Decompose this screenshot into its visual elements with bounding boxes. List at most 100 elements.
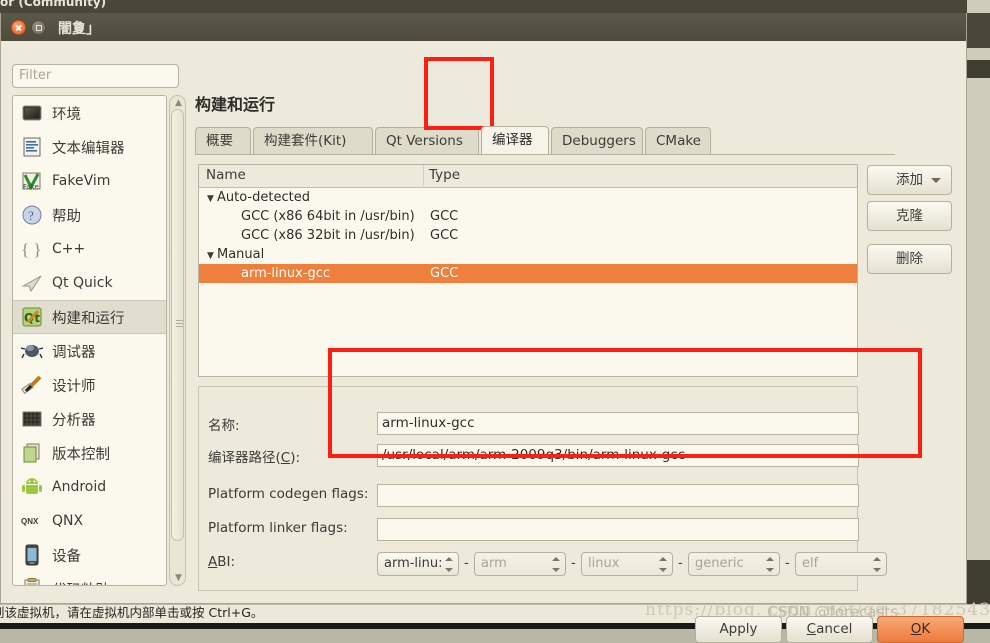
maximize-icon[interactable] — [31, 20, 46, 35]
tab-3[interactable]: 编译器 — [481, 126, 549, 154]
table-row[interactable]: ▼ Auto-detected — [199, 188, 857, 207]
fakevim-icon: Fake — [21, 170, 43, 192]
settings-category-list[interactable]: 环境文本编辑器 Fake FakeVim ? 帮助 { } C++ Qt Quick Qt 构建和… — [12, 95, 167, 586]
sidebar-item-5[interactable]: Qt Quick — [13, 266, 166, 300]
backdrop-block-2 — [967, 60, 990, 78]
table-action-button-0[interactable]: 添加 — [867, 165, 952, 195]
spin-arrows-icon[interactable] — [445, 557, 453, 572]
scroll-up-icon[interactable]: ▲ — [173, 98, 184, 108]
backdrop-block-1 — [967, 13, 990, 48]
tab-underline — [195, 154, 895, 155]
tab-bar[interactable]: 概要 构建套件(Kit) Qt Versions 编译器 Debuggers CMake — [195, 126, 895, 155]
sidebar-item-label: 设备 — [52, 548, 81, 565]
tab-0[interactable]: 概要 — [195, 127, 251, 154]
tab-label: 构建套件(Kit) — [264, 133, 347, 149]
spin-arrows-icon[interactable] — [659, 557, 667, 572]
tab-label: Debuggers — [562, 133, 636, 149]
build-run-icon: Qt — [21, 306, 43, 328]
devices-icon — [21, 544, 43, 566]
table-row[interactable]: arm-linux-gcc GCC — [199, 264, 857, 283]
form-row-abi: ABI: arm-linu: - arm - linux - generic - — [199, 552, 887, 576]
abi-separator-2: - — [571, 556, 576, 571]
spin-arrows-icon[interactable] — [552, 557, 560, 572]
abi-arch-combo[interactable]: arm — [474, 552, 566, 576]
tab-4[interactable]: Debuggers — [551, 127, 643, 154]
sidebar-item-14[interactable]: 代码粘贴 — [13, 572, 166, 586]
text-editor-icon — [21, 136, 43, 158]
sidebar-item-2[interactable]: Fake FakeVim — [13, 164, 166, 198]
category-list-scrollbar[interactable]: ▲ ▼ — [169, 95, 186, 586]
linker-flags-input[interactable] — [377, 518, 859, 541]
sidebar-item-label: 设计师 — [52, 378, 96, 395]
close-icon[interactable] — [11, 20, 26, 35]
dialog-titlebar: 闇夐」 — [1, 13, 966, 42]
abi-flavor-combo[interactable]: generic — [688, 552, 780, 576]
scroll-down-icon[interactable]: ▼ — [173, 573, 184, 583]
button-label: 添加 — [896, 172, 923, 188]
abi-os-combo[interactable]: linux — [581, 552, 673, 576]
spin-arrows-icon[interactable] — [766, 557, 774, 572]
sidebar-item-10[interactable]: 版本控制 — [13, 436, 166, 470]
sidebar-item-13[interactable]: 设备 — [13, 538, 166, 572]
help-icon: ? — [21, 204, 43, 226]
spin-arrows-icon[interactable] — [873, 557, 881, 572]
dialog-title: 闇夐」 — [58, 21, 100, 37]
table-row[interactable]: GCC (x86 32bit in /usr/bin) GCC — [199, 226, 857, 245]
codegen-flags-label: Platform codegen flags: — [208, 486, 369, 502]
tab-2[interactable]: Qt Versions — [375, 127, 479, 154]
sidebar-item-label: Android — [52, 479, 107, 495]
name-label: 名称: — [208, 418, 240, 434]
sidebar-item-label: 调试器 — [52, 344, 96, 361]
cell-type: GCC — [430, 209, 459, 224]
column-header-name[interactable]: Name — [206, 165, 246, 186]
sidebar-item-0[interactable]: 环境 — [13, 96, 166, 130]
button-label: 克隆 — [896, 208, 923, 224]
tab-label: 概要 — [206, 133, 233, 149]
cpp-icon: { } — [21, 238, 43, 260]
table-row[interactable]: ▼ Manual — [199, 245, 857, 264]
sidebar-item-7[interactable]: 调试器 — [13, 334, 166, 368]
sidebar-item-label: 代码粘贴 — [52, 579, 110, 586]
compiler-path-input[interactable]: /usr/local/arm/arm-2009q3/bin/arm-linux-… — [377, 444, 859, 467]
sidebar-item-label: 版本控制 — [52, 446, 110, 463]
sidebar-item-1[interactable]: 文本编辑器 — [13, 130, 166, 164]
code-paste-icon — [21, 578, 43, 585]
column-divider[interactable] — [423, 165, 424, 186]
table-row[interactable]: GCC (x86 64bit in /usr/bin) GCC — [199, 207, 857, 226]
environment-icon — [21, 102, 43, 124]
scrollbar-thumb[interactable] — [171, 109, 184, 541]
compiler-table[interactable]: Name Type ▼ Auto-detected GCC (x86 64bit i… — [198, 164, 858, 377]
name-input[interactable]: arm-linux-gcc — [377, 412, 859, 435]
abi-format-combo[interactable]: elf — [795, 552, 887, 576]
tab-5[interactable]: CMake — [645, 127, 711, 154]
sidebar-item-label: FakeVim — [52, 173, 111, 189]
sidebar-item-12[interactable]: QNX QNX — [13, 504, 166, 538]
table-action-button-2[interactable]: 删除 — [867, 244, 952, 274]
sidebar-item-4[interactable]: { } C++ — [13, 232, 166, 266]
sidebar-item-11[interactable]: Android — [13, 470, 166, 504]
sidebar-item-8[interactable]: 设计师 — [13, 368, 166, 402]
ok-button[interactable]: OK — [877, 616, 964, 643]
apply-button[interactable]: Apply — [695, 616, 782, 643]
codegen-flags-input[interactable] — [377, 484, 859, 507]
ide-window-titlebar: or (Community) — [0, 0, 990, 13]
cancel-button[interactable]: Cancel — [786, 616, 873, 643]
abi-preset-combo[interactable]: arm-linu: — [377, 552, 459, 576]
cell-name: ▼ Manual — [207, 245, 264, 266]
sidebar-item-6[interactable]: Qt 构建和运行 — [13, 300, 166, 334]
tab-label: Qt Versions — [386, 133, 463, 149]
sidebar-item-label: 分析器 — [52, 412, 96, 429]
filter-input[interactable]: Filter — [12, 64, 179, 88]
sidebar-item-3[interactable]: ? 帮助 — [13, 198, 166, 232]
abi-label: ABI: — [208, 554, 236, 570]
table-action-button-1[interactable]: 克隆 — [867, 201, 952, 231]
qt-quick-icon — [21, 272, 43, 294]
version-control-icon — [21, 442, 43, 464]
linker-flags-label: Platform linker flags: — [208, 520, 348, 536]
column-header-type[interactable]: Type — [429, 165, 460, 186]
chevron-down-icon[interactable] — [931, 178, 941, 183]
sidebar-item-9[interactable]: 分析器 — [13, 402, 166, 436]
form-row-name: 名称: arm-linux-gcc — [199, 412, 859, 436]
tab-1[interactable]: 构建套件(Kit) — [253, 127, 373, 154]
tab-label: CMake — [656, 133, 701, 149]
